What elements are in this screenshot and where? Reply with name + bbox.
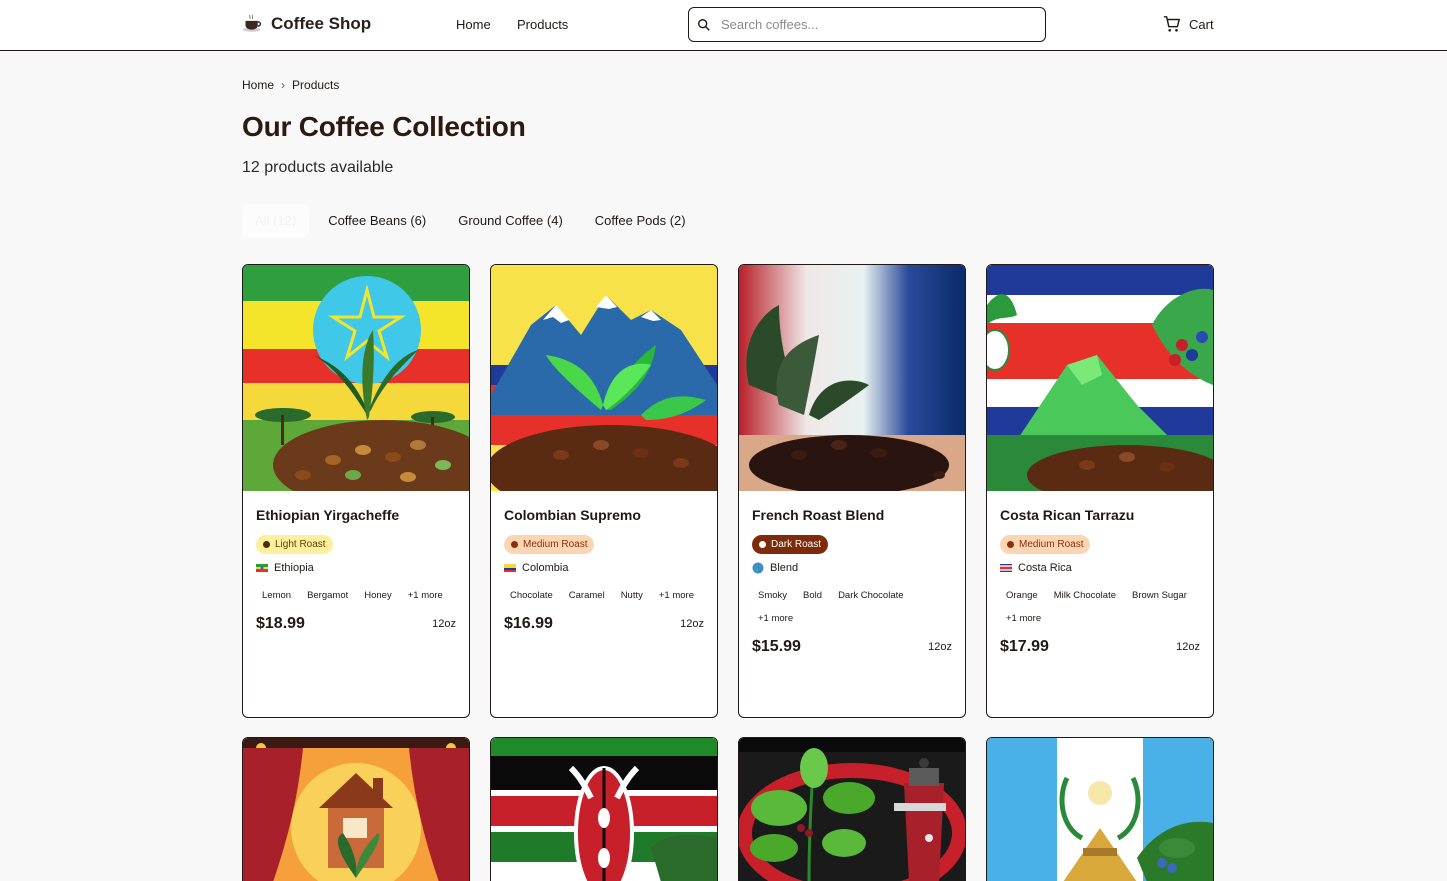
flavor-note: Chocolate: [510, 590, 553, 601]
product-price: $15.99: [752, 638, 801, 655]
tab-coffee-pods[interactable]: Coffee Pods (2): [582, 204, 699, 238]
top-navbar: Coffee Shop Home Products Cart: [0, 0, 1447, 51]
roast-label: Light Roast: [275, 539, 326, 550]
product-origin: Costa Rica: [1000, 560, 1200, 576]
roast-label: Medium Roast: [1019, 539, 1084, 550]
flavor-note: Milk Chocolate: [1053, 590, 1116, 601]
search-input[interactable]: [721, 17, 1021, 32]
breadcrumb-home[interactable]: Home: [242, 78, 274, 92]
origin-label: Ethiopia: [274, 562, 314, 574]
flavor-note-more: +1 more: [1006, 613, 1042, 624]
globe-icon: [752, 562, 764, 574]
nav-products-link[interactable]: Products: [517, 17, 568, 32]
product-image: [739, 738, 965, 881]
tab-ground-coffee[interactable]: Ground Coffee (4): [445, 204, 576, 238]
flavor-note: Bergamot: [307, 590, 349, 601]
roast-badge: Dark Roast: [752, 535, 829, 554]
product-size: 12oz: [928, 641, 952, 653]
search-box[interactable]: [688, 7, 1046, 42]
product-card[interactable]: [738, 737, 966, 881]
nav-home-link[interactable]: Home: [456, 17, 491, 32]
product-card[interactable]: [242, 737, 470, 881]
product-size: 12oz: [1176, 641, 1200, 653]
product-price: $17.99: [1000, 638, 1049, 655]
logo[interactable]: Coffee Shop: [242, 13, 371, 34]
product-card[interactable]: Ethiopian Yirgacheffe Light Roast Ethiop…: [242, 264, 470, 718]
product-image: [491, 265, 717, 491]
product-origin: Colombia: [504, 560, 704, 576]
product-name: Ethiopian Yirgacheffe: [256, 507, 400, 523]
product-price: $16.99: [504, 615, 553, 632]
origin-label: Colombia: [522, 562, 569, 574]
product-image: [243, 265, 469, 491]
breadcrumb-products: Products: [292, 78, 340, 92]
origin-label: Costa Rica: [1018, 562, 1072, 574]
flavor-note: Bold: [803, 590, 823, 601]
roast-badge: Medium Roast: [1000, 535, 1091, 554]
flavor-notes: Smoky Bold Dark Chocolate +1 more: [752, 584, 952, 630]
product-card[interactable]: [986, 737, 1214, 881]
search-icon: [698, 18, 710, 31]
price-row: $15.99 12oz: [752, 638, 952, 656]
tab-all[interactable]: All (12): [242, 204, 310, 238]
flavor-note: Brown Sugar: [1132, 590, 1187, 601]
breadcrumb-separator: ›: [281, 78, 286, 92]
cart-label: Cart: [1189, 16, 1214, 32]
product-size: 12oz: [680, 618, 704, 630]
product-name: Costa Rican Tarrazu: [1000, 507, 1135, 523]
product-price: $18.99: [256, 615, 305, 632]
roast-badge: Medium Roast: [504, 535, 595, 554]
roast-label: Dark Roast: [771, 539, 822, 550]
coffee-cup-icon: [242, 14, 262, 32]
colombia-flag-icon: [504, 564, 516, 572]
product-name: Colombian Supremo: [504, 507, 641, 523]
product-origin: Ethiopia: [256, 560, 456, 576]
product-image: [987, 265, 1213, 491]
product-card[interactable]: Costa Rican Tarrazu Medium Roast Costa R…: [986, 264, 1214, 718]
product-image: [491, 738, 717, 881]
logo-text: Coffee Shop: [271, 13, 372, 33]
origin-label: Blend: [770, 562, 799, 574]
breadcrumb: Home › Products: [242, 78, 339, 92]
product-origin: Blend: [752, 560, 952, 576]
page-title: Our Coffee Collection: [242, 111, 526, 142]
product-card[interactable]: Colombian Supremo Medium Roast Colombia …: [490, 264, 718, 718]
roast-dot-icon: [1007, 541, 1014, 548]
flavor-notes: Chocolate Caramel Nutty +1 more: [504, 584, 704, 607]
product-image: [243, 738, 469, 881]
flavor-note: Honey: [364, 590, 392, 601]
flavor-notes: Lemon Bergamot Honey +1 more: [256, 584, 456, 607]
product-name: French Roast Blend: [752, 507, 885, 523]
flavor-note-more: +1 more: [407, 590, 443, 601]
tab-coffee-beans[interactable]: Coffee Beans (6): [315, 204, 439, 238]
cart-button[interactable]: Cart: [1163, 15, 1214, 33]
flavor-note-more: +1 more: [758, 613, 794, 624]
roast-dot-icon: [263, 541, 270, 548]
flavor-note: Orange: [1006, 590, 1038, 601]
roast-badge: Light Roast: [256, 535, 333, 554]
product-card[interactable]: [490, 737, 718, 881]
flavor-note: Lemon: [262, 590, 292, 601]
product-size: 12oz: [432, 618, 456, 630]
product-card[interactable]: French Roast Blend Dark Roast Blend Smok…: [738, 264, 966, 718]
product-image: [987, 738, 1213, 881]
roast-label: Medium Roast: [523, 539, 588, 550]
price-row: $18.99 12oz: [256, 615, 456, 633]
price-row: $17.99 12oz: [1000, 638, 1200, 656]
flavor-note: Smoky: [758, 590, 788, 601]
costa-rica-flag-icon: [1000, 564, 1012, 572]
price-row: $16.99 12oz: [504, 615, 704, 633]
flavor-notes: Orange Milk Chocolate Brown Sugar +1 mor…: [1000, 584, 1200, 630]
cart-icon: [1163, 16, 1180, 32]
product-count: 12 products available: [242, 159, 394, 176]
flavor-note: Dark Chocolate: [838, 590, 904, 601]
ethiopia-flag-icon: [256, 564, 268, 572]
roast-dot-icon: [759, 541, 766, 548]
product-image: [739, 265, 965, 491]
flavor-note: Nutty: [620, 590, 643, 601]
flavor-note: Caramel: [568, 590, 605, 601]
flavor-note-more: +1 more: [658, 590, 694, 601]
roast-dot-icon: [511, 541, 518, 548]
category-tabs: All (12) Coffee Beans (6) Ground Coffee …: [242, 204, 705, 238]
